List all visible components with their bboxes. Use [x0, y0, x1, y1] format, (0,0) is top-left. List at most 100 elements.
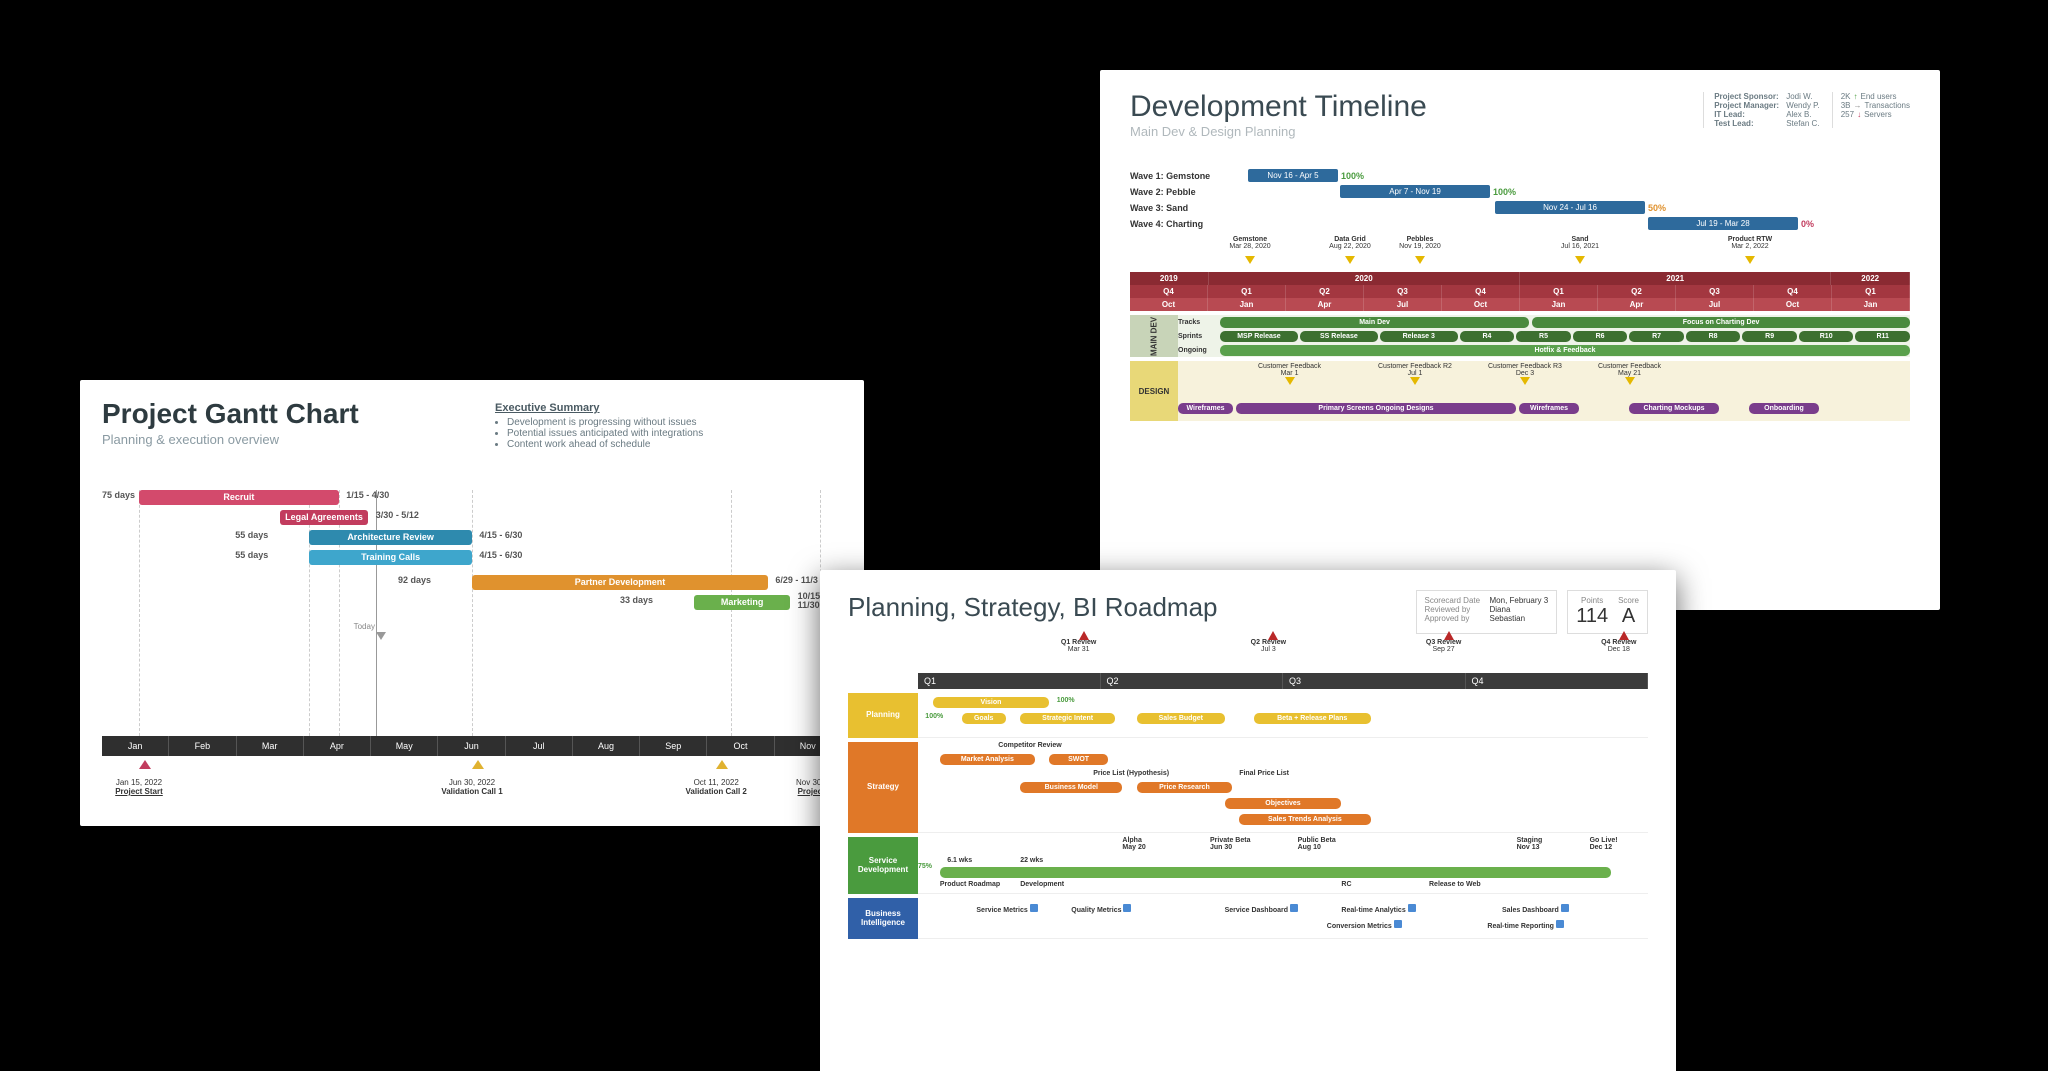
- review-date: Mar 31: [1068, 646, 1090, 653]
- lane-label: Strategy: [848, 742, 918, 833]
- wave-name: Wave 3: Sand: [1130, 203, 1220, 213]
- review-name: Q2 Review: [1251, 639, 1286, 646]
- ms-date: Aug 10: [1298, 844, 1321, 851]
- tag-icon: [1123, 904, 1131, 912]
- triangle-up-icon: [1268, 631, 1278, 640]
- planning-roadmap-card: Planning, Strategy, BI Roadmap Scorecard…: [820, 570, 1676, 1071]
- strat-label: Price List (Hypothesis): [1093, 770, 1169, 777]
- ms-date: Nov 19, 2020: [1399, 243, 1441, 250]
- bi-item: Conversion Metrics: [1327, 923, 1392, 930]
- project-gantt-card: Project Gantt Chart Planning & execution…: [80, 380, 864, 826]
- quarter-axis: Q1Q2Q3Q4: [918, 673, 1648, 689]
- lane-planning: Planning Vision100% 100% Goals Strategic…: [848, 693, 1648, 738]
- milestone-date: Jun 30, 2022: [432, 778, 512, 787]
- sprint-bar: R8: [1686, 331, 1741, 342]
- quarter-row: Q4Q1Q2Q3Q4Q1Q2Q3Q4Q1: [1130, 285, 1910, 298]
- swimlane-label: DESIGN: [1130, 361, 1178, 421]
- ms-date: Aug 22, 2020: [1329, 243, 1371, 250]
- bi-item: Real-time Reporting: [1487, 923, 1554, 930]
- month-cell: May: [371, 736, 438, 756]
- score-label: Score: [1618, 596, 1639, 605]
- ms-date: May 20: [1122, 844, 1145, 851]
- today-label: Today: [354, 622, 375, 631]
- tag-icon: [1561, 904, 1569, 912]
- month-cell: Mar: [237, 736, 304, 756]
- milestone-date: Oct 11, 2022: [676, 778, 756, 787]
- project-meta: Project Sponsor:Jodi W. Project Manager:…: [1703, 92, 1910, 128]
- triangle-down-icon: [1415, 256, 1425, 264]
- lane-service: Service Development AlphaMay 20 Private …: [848, 837, 1648, 894]
- design-bar: Onboarding: [1749, 403, 1819, 414]
- sprint-bar: MSP Release: [1220, 331, 1298, 342]
- meta-val: Stefan C.: [1786, 119, 1819, 128]
- swimlane-label: MAIN DEV: [1130, 315, 1178, 357]
- plan-bar: Vision: [933, 697, 1050, 708]
- stat-label: Transactions: [1865, 101, 1911, 110]
- triangle-down-icon: [1575, 256, 1585, 264]
- plan-bar: Goals: [962, 713, 1006, 724]
- stat-num: 257: [1841, 110, 1854, 119]
- exec-item: Potential issues anticipated with integr…: [507, 428, 795, 439]
- fb-name: Customer Feedback: [1598, 363, 1661, 370]
- ms-date: Mar 28, 2020: [1229, 243, 1270, 250]
- dur-label: 22 wks: [1020, 857, 1043, 864]
- fb-name: Customer Feedback: [1258, 363, 1321, 370]
- exec-item: Development is progressing without issue…: [507, 417, 795, 428]
- year-cell: 2022: [1831, 272, 1910, 285]
- tag-icon: [1556, 920, 1564, 928]
- meta-key: Reviewed by: [1425, 605, 1490, 614]
- row-header: Sprints: [1178, 333, 1220, 340]
- month-cell: Oct: [707, 736, 774, 756]
- gantt-bar-arch: Architecture Review: [309, 530, 472, 545]
- track-bar: Focus on Charting Dev: [1532, 317, 1910, 328]
- sprint-bar: SS Release: [1300, 331, 1378, 342]
- strat-label: Final Price List: [1239, 770, 1289, 777]
- pct-label: 100%: [1057, 697, 1075, 704]
- tag-icon: [1030, 904, 1038, 912]
- pct-label: 75%: [918, 863, 932, 870]
- triangle-down-icon: [1520, 377, 1530, 385]
- ms-date: Jun 30: [1210, 844, 1232, 851]
- ms-name: Alpha: [1122, 837, 1141, 844]
- ms-name: Product RTW: [1728, 236, 1772, 243]
- points-value: 114: [1576, 605, 1608, 628]
- meta-val: Mon, February 3: [1490, 596, 1549, 605]
- strat-bar: Price Research: [1137, 782, 1232, 793]
- strat-bar: SWOT: [1049, 754, 1107, 765]
- sprint-bar: Release 3: [1380, 331, 1458, 342]
- meta-key: Test Lead:: [1714, 119, 1782, 128]
- pct-label: 100%: [925, 713, 943, 720]
- wave-pct: 50%: [1648, 203, 1666, 213]
- year-cell: 2021: [1520, 272, 1831, 285]
- sprint-bar: R7: [1629, 331, 1684, 342]
- range-label: 1/15 - 4/30: [346, 490, 389, 500]
- diamond-icon: [139, 760, 151, 769]
- gantt-bar-marketing: Marketing: [694, 595, 790, 610]
- ms-name: Pebbles: [1407, 236, 1434, 243]
- segment-label: Product Roadmap: [940, 881, 1000, 888]
- arrow-up-icon: ↑: [1854, 92, 1858, 101]
- exec-item: Content work ahead of schedule: [507, 439, 795, 450]
- triangle-up-icon: [1079, 631, 1089, 640]
- sprint-bar: R9: [1742, 331, 1797, 342]
- design-bar: Primary Screens Ongoing Designs: [1236, 403, 1516, 414]
- wave-pct: 0%: [1801, 219, 1814, 229]
- wave-name: Wave 1: Gemstone: [1130, 171, 1220, 181]
- month-cell: Apr: [304, 736, 371, 756]
- sprint-bar: R11: [1855, 331, 1910, 342]
- service-timeline-bar: [940, 867, 1612, 878]
- tag-icon: [1394, 920, 1402, 928]
- meta-key: Scorecard Date: [1425, 596, 1490, 605]
- maindev-swimlane: MAIN DEV TracksMain DevFocus on Charting…: [1130, 315, 1910, 357]
- fb-date: Dec 3: [1488, 370, 1562, 377]
- stat-label: End users: [1861, 92, 1897, 101]
- lane-label: Service Development: [848, 837, 918, 894]
- meta-val: Sebastian: [1490, 614, 1526, 623]
- review-date: Jul 3: [1261, 646, 1276, 653]
- range-label: 4/15 - 6/30: [479, 530, 522, 540]
- tag-icon: [1408, 904, 1416, 912]
- gantt-bar-recruit: Recruit: [139, 490, 339, 505]
- design-bar: Charting Mockups: [1629, 403, 1719, 414]
- range-label: 4/15 - 6/30: [479, 550, 522, 560]
- meta-val: Wendy P.: [1786, 101, 1820, 110]
